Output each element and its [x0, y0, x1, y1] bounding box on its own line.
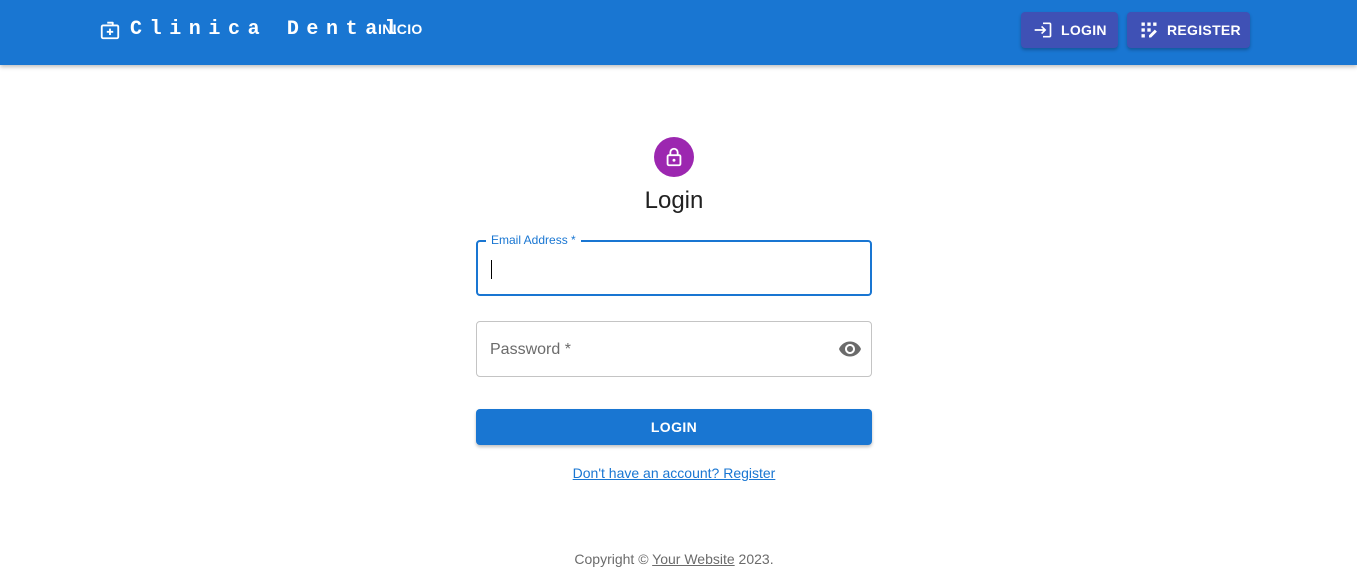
password-field[interactable]: Password * — [476, 321, 872, 377]
text-cursor — [491, 260, 492, 279]
app-bar: Clinica Dental INICIO LOGIN REGISTER — [0, 0, 1357, 65]
login-submit-button[interactable]: LOGIN — [476, 409, 872, 445]
email-field-label: Email Address * — [486, 233, 581, 247]
register-link-container: Don't have an account? Register — [0, 464, 1348, 482]
footer-copyright: Copyright © Your Website 2023. — [0, 550, 1348, 568]
nav-register-button[interactable]: REGISTER — [1127, 12, 1250, 48]
copyright-prefix: Copyright © — [574, 551, 653, 567]
website-link[interactable]: Your Website — [652, 551, 735, 567]
copyright-suffix: 2023. — [734, 551, 774, 567]
lock-icon — [663, 146, 685, 168]
nav-inicio-link[interactable]: INICIO — [378, 20, 423, 38]
password-placeholder: Password * — [490, 341, 571, 358]
form-title: Login — [644, 187, 704, 214]
login-icon — [1033, 20, 1061, 40]
nav-login-button[interactable]: LOGIN — [1021, 12, 1118, 48]
nav-register-label: REGISTER — [1167, 22, 1241, 38]
email-field[interactable]: Email Address * — [476, 233, 872, 296]
medical-bag-icon — [99, 19, 121, 41]
lock-avatar — [654, 137, 694, 177]
eye-icon[interactable] — [838, 337, 862, 361]
register-link[interactable]: Don't have an account? Register — [573, 465, 776, 481]
brand-title: Clinica Dental — [130, 18, 405, 41]
app-registration-icon — [1139, 20, 1167, 40]
nav-login-label: LOGIN — [1061, 22, 1107, 38]
brand[interactable]: Clinica Dental — [99, 17, 404, 43]
